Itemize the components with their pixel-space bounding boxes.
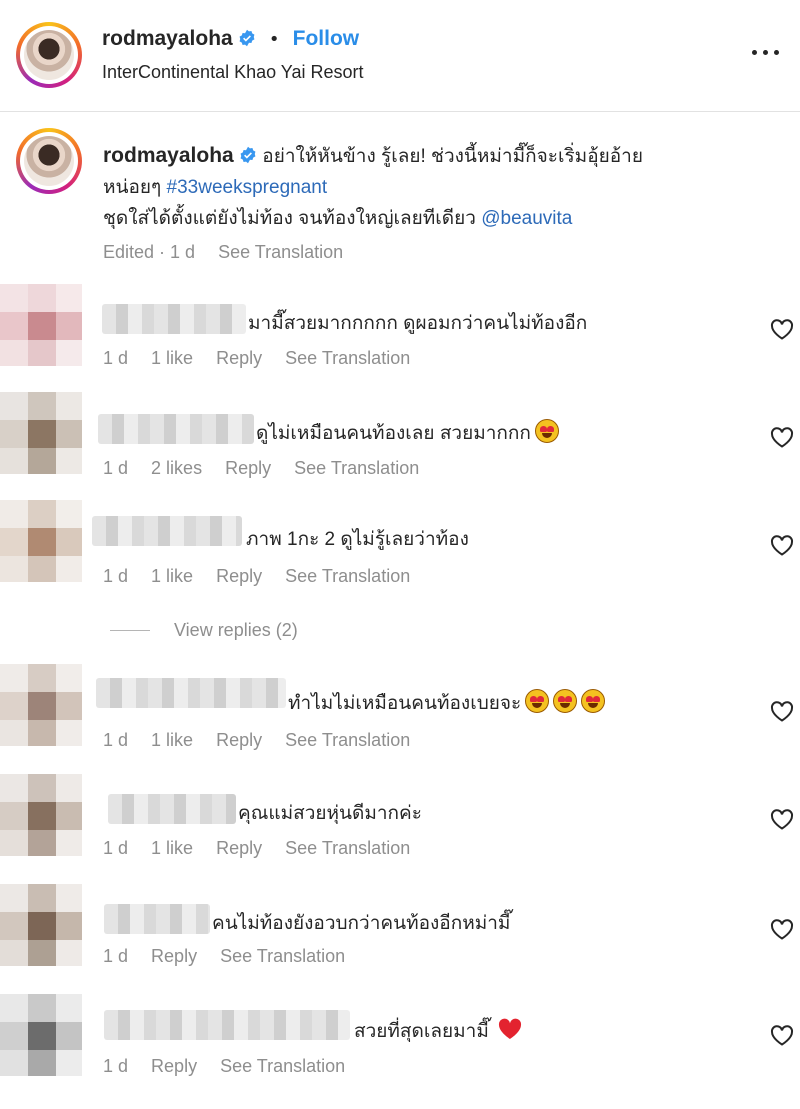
heart-eyes-emoji [553,689,578,713]
caption-text-line3: ชุดใส่ได้ตั้งแต่ยังไม่ท้อง จนท้องใหญ่เลย… [103,208,482,229]
red-heart-emoji [498,1018,521,1039]
location-link[interactable]: InterContinental Khao Yai Resort [102,62,364,83]
see-translation-button[interactable]: See Translation [285,730,410,750]
comment-item: ดูไม่เหมือนคนท้องเลย สวยมากกก 1 d 2 like… [0,392,800,500]
reply-button[interactable]: Reply [216,566,262,586]
hashtag-link[interactable]: #33weekspregnant [167,177,328,198]
heart-outline-icon[interactable] [770,426,794,448]
comment-item: ภาพ 1กะ 2 ดูไม่รู้เลยว่าท้อง 1 d 1 like … [0,500,800,610]
comment-item: คนไม่ท้องยังอวบกว่าคนท้องอีกหม่ามี๊ 1 d … [0,884,800,990]
comment-meta: 1 d Reply See Translation [103,946,363,967]
commenter-avatar[interactable] [0,664,82,746]
commenter-avatar[interactable] [0,284,82,366]
comment-time: 1 d [103,1056,129,1076]
comment-text: คุณแม่สวยหุ่นดีมากค่ะ [238,803,422,824]
see-translation-button[interactable]: See Translation [220,946,345,966]
comment-item: สวยที่สุดเลยมามี๊ 1 d Reply See Translat… [0,994,800,1104]
verified-badge-icon [240,146,256,164]
reply-button[interactable]: Reply [151,946,197,966]
comment-time: 1 d [103,348,129,368]
comment-meta: 1 d 1 like Reply See Translation [103,838,428,859]
reply-button[interactable]: Reply [216,348,262,368]
comment-meta: 1 d 1 like Reply See Translation [103,730,428,751]
comment-time: 1 d [103,458,129,478]
edited-timestamp: Edited · 1 d [103,242,196,262]
view-replies-label: View replies (2) [174,620,298,640]
header-title-row: rodmayaloha • Follow [102,27,359,51]
comment-item: ทำไมไม่เหมือนคนท้องเบยจะ 1 d 1 like Repl… [0,664,800,772]
reply-button[interactable]: Reply [151,1056,197,1076]
heart-outline-icon[interactable] [770,700,794,722]
see-translation-button[interactable]: See Translation [218,242,343,262]
comment-item: มามี๊สวยมากกกกก ดูผอมกว่าคนไม่ท้องอีก 1 … [0,284,800,392]
likes-count[interactable]: 1 like [151,566,193,586]
post-header: rodmayaloha • Follow InterContinental Kh… [0,0,800,112]
see-translation-button[interactable]: See Translation [285,566,410,586]
caption-text-line2: หน่อยๆ [103,177,167,198]
commenter-username-blurred[interactable] [98,414,254,444]
commenter-username-blurred[interactable] [96,678,286,708]
header-username[interactable]: rodmayaloha [102,27,233,50]
comment-text: ดูไม่เหมือนคนท้องเลย สวยมากกก [256,418,559,448]
commenter-avatar[interactable] [0,500,82,582]
commenter-username-blurred[interactable] [104,904,210,934]
see-translation-button[interactable]: See Translation [220,1056,345,1076]
heart-outline-icon[interactable] [770,808,794,830]
likes-count[interactable]: 2 likes [151,458,202,478]
reply-button[interactable]: Reply [216,730,262,750]
commenter-username-blurred[interactable] [104,1010,350,1040]
comment-meta: 1 d Reply See Translation [103,1056,363,1077]
heart-outline-icon[interactable] [770,918,794,940]
comment-text: สวยที่สุดเลยมามี๊ [354,1016,523,1046]
profile-avatar[interactable] [16,22,82,88]
heart-outline-icon[interactable] [770,534,794,556]
commenter-avatar[interactable] [0,994,82,1076]
see-translation-button[interactable]: See Translation [285,348,410,368]
more-options-icon[interactable] [752,44,782,60]
caption-username[interactable]: rodmayaloha [103,144,234,167]
replies-divider [110,630,150,631]
likes-count[interactable]: 1 like [151,838,193,858]
comment-item: คุณแม่สวยหุ่นดีมากค่ะ 1 d 1 like Reply S… [0,774,800,882]
follow-button[interactable]: Follow [293,27,360,50]
see-translation-button[interactable]: See Translation [285,838,410,858]
reply-button[interactable]: Reply [225,458,271,478]
commenter-avatar[interactable] [0,392,82,474]
commenter-username-blurred[interactable] [102,304,246,334]
comment-text: ทำไมไม่เหมือนคนท้องเบยจะ [288,688,606,718]
caption-avatar[interactable] [16,128,82,194]
mention-link[interactable]: @beauvita [481,208,572,229]
comment-text: ภาพ 1กะ 2 ดูไม่รู้เลยว่าท้อง [246,529,469,550]
caption-meta: Edited · 1 d See Translation [103,242,361,263]
heart-outline-icon[interactable] [770,1024,794,1046]
heart-eyes-emoji [534,419,559,443]
separator-dot: • [268,29,280,50]
comment-text: มามี๊สวยมากกกกก ดูผอมกว่าคนไม่ท้องอีก [248,313,588,334]
caption-text-line1: อย่าให้หันข้าง รู้เลย! ช่วงนี้หม่ามี๊ก็จ… [262,146,643,167]
comment-time: 1 d [103,566,129,586]
caption: rodmayaloha อย่าให้หันข้าง รู้เลย! ช่วงน… [103,140,743,234]
heart-outline-icon[interactable] [770,318,794,340]
heart-eyes-emoji [581,689,606,713]
commenter-username-blurred[interactable] [92,516,242,546]
comment-meta: 1 d 1 like Reply See Translation [103,348,428,369]
comment-meta: 1 d 2 likes Reply See Translation [103,458,437,479]
commenter-username-blurred[interactable] [108,794,236,824]
comment-time: 1 d [103,946,129,966]
likes-count[interactable]: 1 like [151,348,193,368]
heart-eyes-emoji [525,689,550,713]
comment-time: 1 d [103,838,129,858]
likes-count[interactable]: 1 like [151,730,193,750]
comment-meta: 1 d 1 like Reply See Translation [103,566,428,587]
view-replies-button[interactable]: View replies (2) [110,620,298,641]
comment-time: 1 d [103,730,129,750]
see-translation-button[interactable]: See Translation [294,458,419,478]
comment-text: คนไม่ท้องยังอวบกว่าคนท้องอีกหม่ามี๊ [212,913,511,934]
commenter-avatar[interactable] [0,884,82,966]
verified-badge-icon [239,29,255,47]
reply-button[interactable]: Reply [216,838,262,858]
commenter-avatar[interactable] [0,774,82,856]
